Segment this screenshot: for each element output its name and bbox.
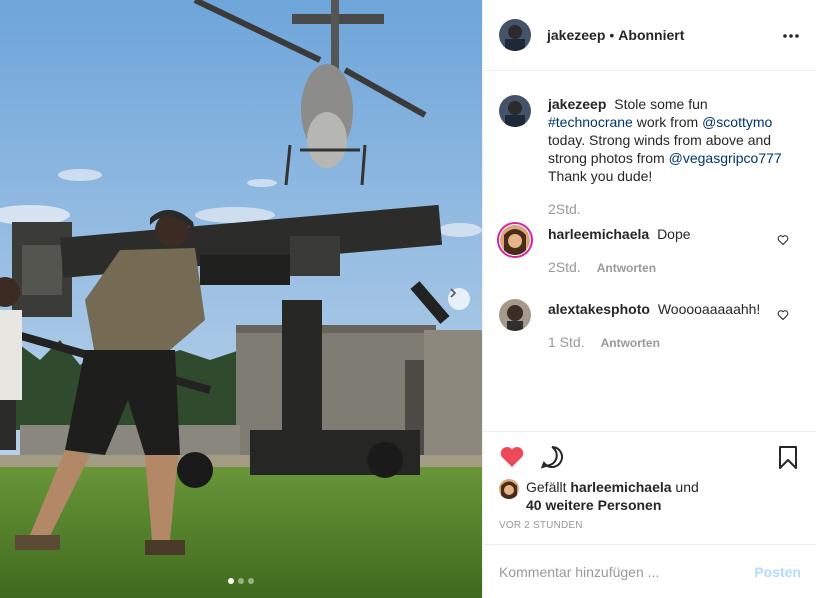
comment-input[interactable] xyxy=(499,563,747,580)
header-separator: • xyxy=(609,27,615,43)
more-horizontal-icon[interactable] xyxy=(781,26,801,46)
likes-user[interactable]: harleemichaela xyxy=(570,479,671,495)
follow-status[interactable]: Abonniert xyxy=(618,27,684,43)
comment-username[interactable]: harleemichaela xyxy=(548,226,649,242)
chevron-right-icon xyxy=(450,288,457,298)
likes-summary: Gefällt harleemichaela und 40 weitere Pe… xyxy=(499,479,801,514)
carousel-dot xyxy=(248,578,254,584)
likes-conjunction: und xyxy=(675,479,699,495)
caption-username[interactable]: jakezeep xyxy=(548,96,606,112)
avatar[interactable] xyxy=(499,19,531,51)
profile-photo xyxy=(499,479,519,499)
caption-text: Stole some fun xyxy=(614,96,708,112)
post-actions: Gefällt harleemichaela und 40 weitere Pe… xyxy=(483,431,816,543)
instagram-post: jakezeep • Abonniert jakezeep Stole some… xyxy=(0,0,816,598)
post-timestamp[interactable]: VOR 2 STUNDEN xyxy=(499,520,801,531)
heart-outline-icon[interactable] xyxy=(777,234,789,246)
avatar[interactable] xyxy=(497,222,533,258)
comment-time[interactable]: 1 Std. xyxy=(548,333,585,352)
caption-text: Thank you dude! xyxy=(548,168,653,184)
carousel-next-button[interactable] xyxy=(448,288,470,310)
reply-button[interactable]: Antworten xyxy=(601,334,660,352)
heart-outline-icon[interactable] xyxy=(777,309,789,321)
likes-others-button[interactable]: 40 weitere Personen xyxy=(526,497,661,513)
comment-item: alextakesphoto Wooooaaaaahh! 1 Std. Antw… xyxy=(499,299,801,352)
caption: jakezeep Stole some fun #technocrane wor… xyxy=(499,95,801,218)
add-comment-form: Posten xyxy=(483,544,816,598)
profile-photo xyxy=(499,95,531,127)
heart-filled-icon[interactable] xyxy=(499,444,525,470)
hashtag-link[interactable]: #technocrane xyxy=(548,114,633,130)
mention-link[interactable]: @vegasgripco777 xyxy=(669,150,782,166)
likes-prefix: Gefällt xyxy=(526,479,567,495)
avatar[interactable] xyxy=(499,479,519,499)
comment-username[interactable]: alextakesphoto xyxy=(548,301,650,317)
header-username[interactable]: jakezeep xyxy=(547,27,605,43)
photo-scene xyxy=(0,0,482,598)
post-photo[interactable] xyxy=(0,0,482,598)
profile-photo xyxy=(499,299,531,331)
carousel-indicator xyxy=(0,578,482,584)
bookmark-icon[interactable] xyxy=(775,444,801,470)
carousel-dot xyxy=(238,578,244,584)
avatar[interactable] xyxy=(499,95,531,127)
comment-item: harleemichaela Dope 2Std. Antworten xyxy=(497,222,801,277)
comments-list[interactable]: jakezeep Stole some fun #technocrane wor… xyxy=(483,71,816,431)
avatar[interactable] xyxy=(499,299,531,331)
carousel-dot xyxy=(228,578,234,584)
post-sidebar: jakezeep • Abonniert jakezeep Stole some… xyxy=(482,0,816,598)
reply-button[interactable]: Antworten xyxy=(597,259,656,277)
comment-time[interactable]: 2Std. xyxy=(548,258,581,277)
comment-icon[interactable] xyxy=(539,444,565,470)
post-header: jakezeep • Abonniert xyxy=(483,0,816,71)
caption-time[interactable]: 2Std. xyxy=(548,200,581,218)
post-comment-button[interactable]: Posten xyxy=(754,564,801,580)
profile-photo xyxy=(500,225,530,255)
comment-text: Dope xyxy=(657,226,691,242)
comment-text: Wooooaaaaahh! xyxy=(657,301,761,317)
profile-photo xyxy=(499,19,531,51)
mention-link[interactable]: @scottymo xyxy=(702,114,772,130)
caption-text: work from xyxy=(636,114,699,130)
